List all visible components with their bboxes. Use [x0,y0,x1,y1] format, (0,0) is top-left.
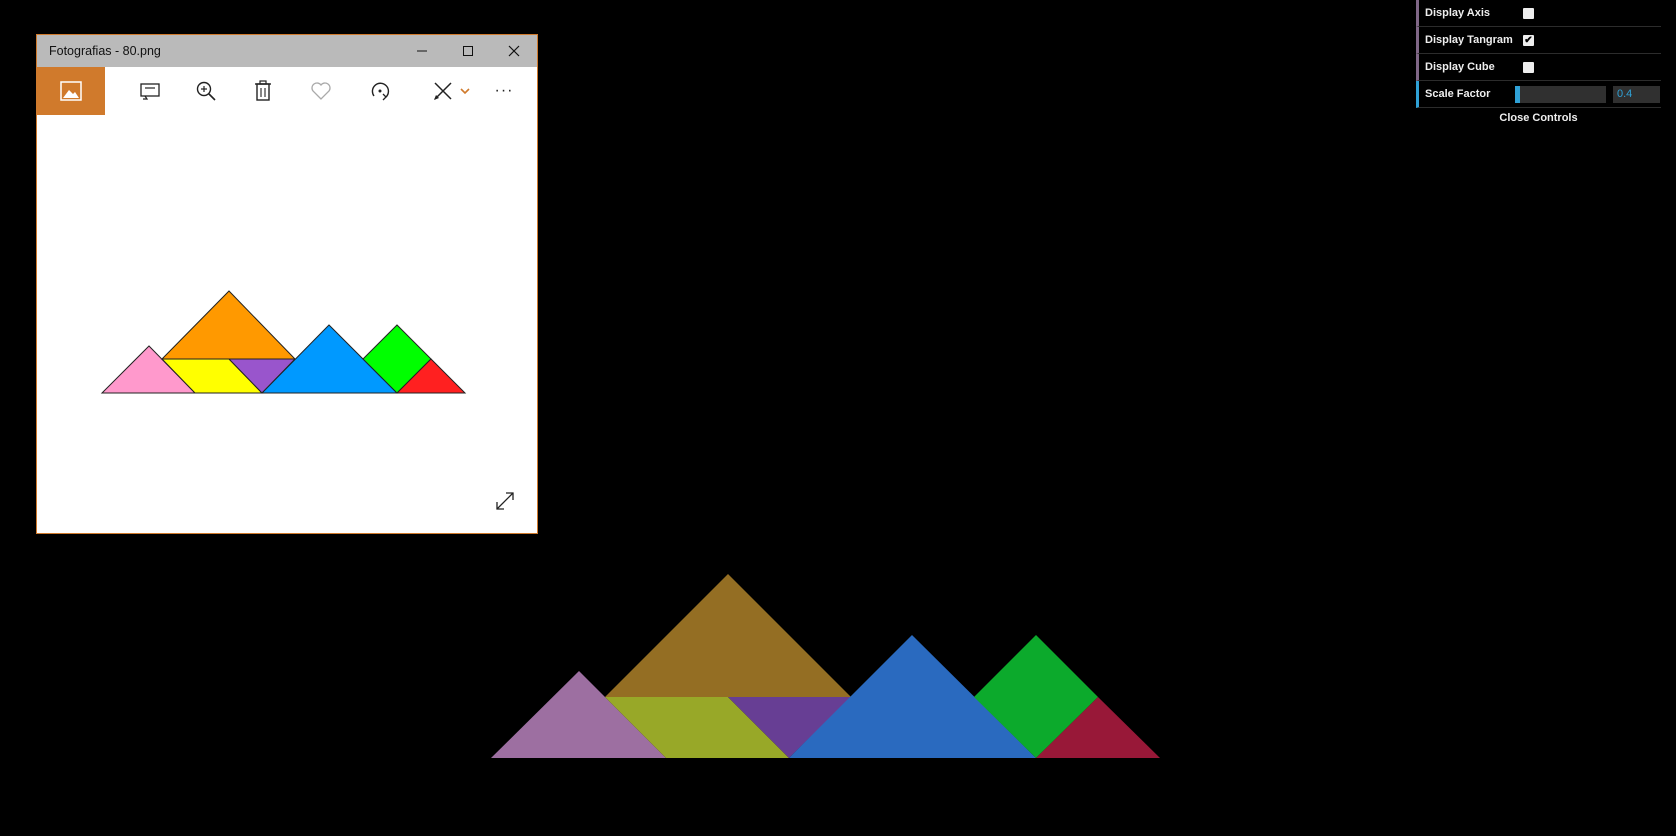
minimize-icon [417,50,427,52]
photo-canvas [100,290,467,394]
scale-factor-row: Scale Factor 0.4 [1416,81,1661,108]
display-cube-checkbox[interactable] [1523,62,1534,73]
photos-window: Fotografias - 80.png ··· [36,34,538,534]
toolbar: ··· [37,67,537,115]
favorite-button[interactable] [296,67,346,115]
more-icon: ··· [494,82,514,99]
delete-button[interactable] [238,67,288,115]
edit-button[interactable] [421,67,481,115]
display-tangram-label: Display Tangram [1425,34,1513,46]
zoom-button[interactable] [181,67,231,115]
expand-icon [496,492,514,510]
scale-factor-input[interactable]: 0.4 [1613,86,1660,103]
scene-orange-triangle [605,574,851,697]
rotate-icon [371,82,390,101]
close-controls-button[interactable]: Close Controls [1416,108,1661,128]
fullscreen-button[interactable] [493,489,517,513]
display-axis-label: Display Axis [1425,7,1491,19]
edit-icon [434,82,452,100]
title-bar: Fotografias - 80.png [37,35,537,67]
display-cube-label: Display Cube [1425,61,1495,73]
window-title: Fotografias - 80.png [49,44,161,58]
maximize-button[interactable] [445,35,491,67]
heart-icon [311,82,331,100]
close-icon [508,45,520,57]
display-cube-row: Display Cube [1416,54,1661,81]
display-tangram-row: Display Tangram ✔ [1416,27,1661,54]
close-button[interactable] [491,35,537,67]
zoom-icon [196,81,216,101]
rotate-button[interactable] [355,67,405,115]
slideshow-button[interactable] [125,67,175,115]
checkmark-icon: ✔ [1524,34,1533,46]
slider-fill [1515,86,1520,103]
view-image-button[interactable] [37,67,105,115]
image-icon [60,81,82,101]
display-tangram-checkbox[interactable]: ✔ [1523,35,1534,46]
scale-factor-slider[interactable] [1515,86,1606,103]
display-axis-row: Display Axis [1416,0,1661,27]
minimize-button[interactable] [399,35,445,67]
controls-panel: Display Axis Display Tangram ✔ Display C… [1416,0,1661,128]
delete-icon [255,80,271,101]
photo-orange-triangle [160,290,297,360]
maximize-icon [463,46,473,56]
slideshow-icon [140,83,160,100]
display-axis-checkbox[interactable] [1523,8,1534,19]
more-button[interactable]: ··· [479,67,529,115]
scale-factor-label: Scale Factor [1425,88,1491,100]
chevron-down-icon [460,88,470,95]
